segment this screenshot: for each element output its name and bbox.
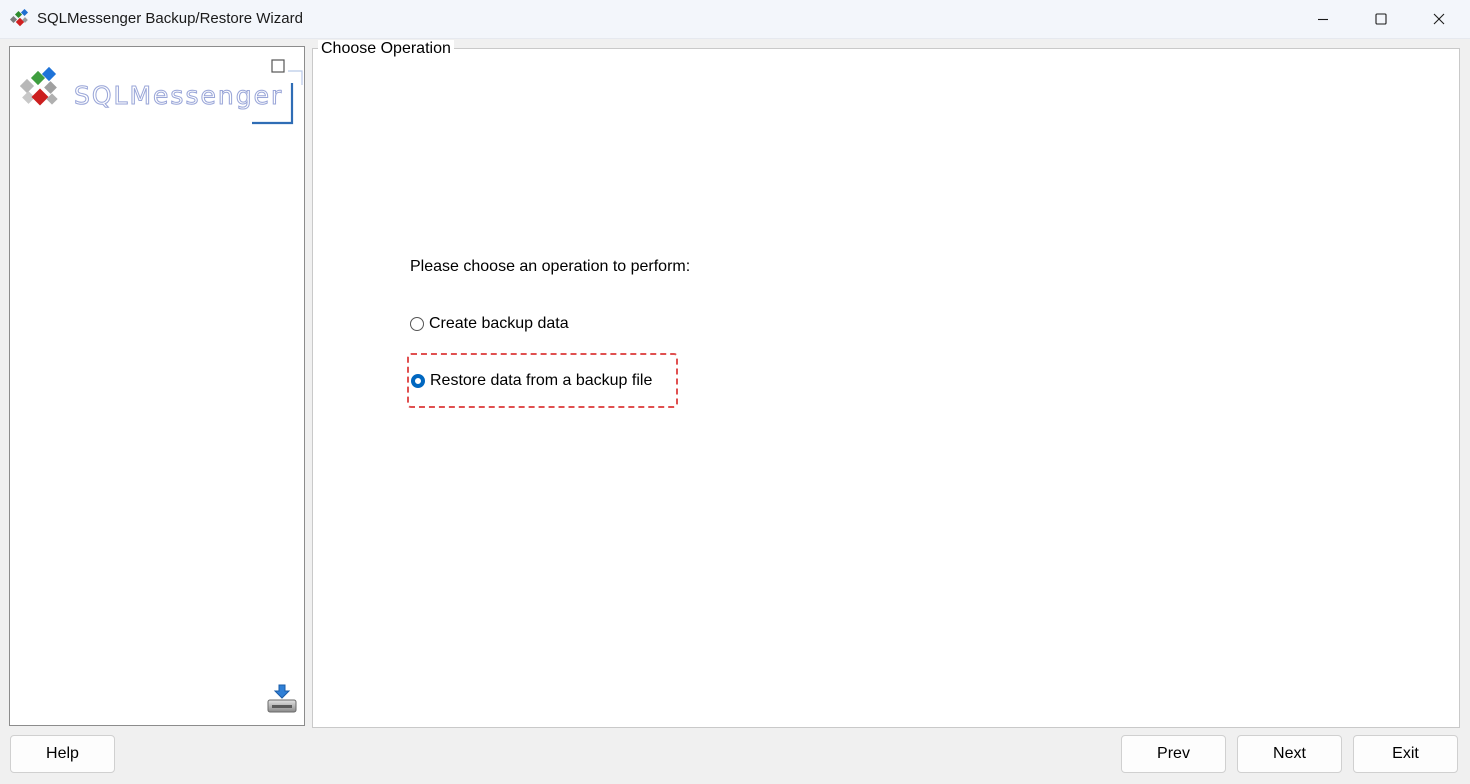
- maximize-button[interactable]: [1352, 0, 1410, 38]
- operation-prompt: Please choose an operation to perform:: [410, 258, 691, 275]
- sidebar-banner: SQLMessenger: [9, 46, 305, 726]
- title-bar[interactable]: SQLMessenger Backup/Restore Wizard: [0, 0, 1470, 39]
- maximize-icon: [1375, 13, 1387, 25]
- download-tray-icon: [267, 684, 297, 713]
- radio-label[interactable]: Create backup data: [429, 315, 569, 333]
- close-button[interactable]: [1410, 0, 1468, 38]
- radio-label[interactable]: Restore data from a backup file: [430, 372, 652, 390]
- minimize-icon: [1318, 18, 1328, 21]
- radio-create-backup[interactable]: Create backup data: [410, 315, 569, 333]
- prev-button[interactable]: Prev: [1121, 735, 1226, 773]
- exit-button[interactable]: Exit: [1353, 735, 1458, 773]
- logo-text: SQLMessenger: [73, 81, 284, 111]
- window-title: SQLMessenger Backup/Restore Wizard: [37, 10, 303, 27]
- app-logo-icon: [10, 9, 29, 27]
- help-button[interactable]: Help: [10, 735, 115, 773]
- next-button[interactable]: Next: [1237, 735, 1342, 773]
- group-title: Choose Operation: [318, 40, 454, 58]
- close-icon: [1433, 13, 1445, 25]
- radio-unchecked-icon[interactable]: [410, 317, 424, 331]
- sqlmessenger-logo: SQLMessenger: [20, 53, 310, 133]
- radio-restore-backup[interactable]: Restore data from a backup file: [411, 372, 652, 390]
- minimize-button[interactable]: [1294, 0, 1352, 38]
- radio-checked-icon[interactable]: [411, 374, 425, 388]
